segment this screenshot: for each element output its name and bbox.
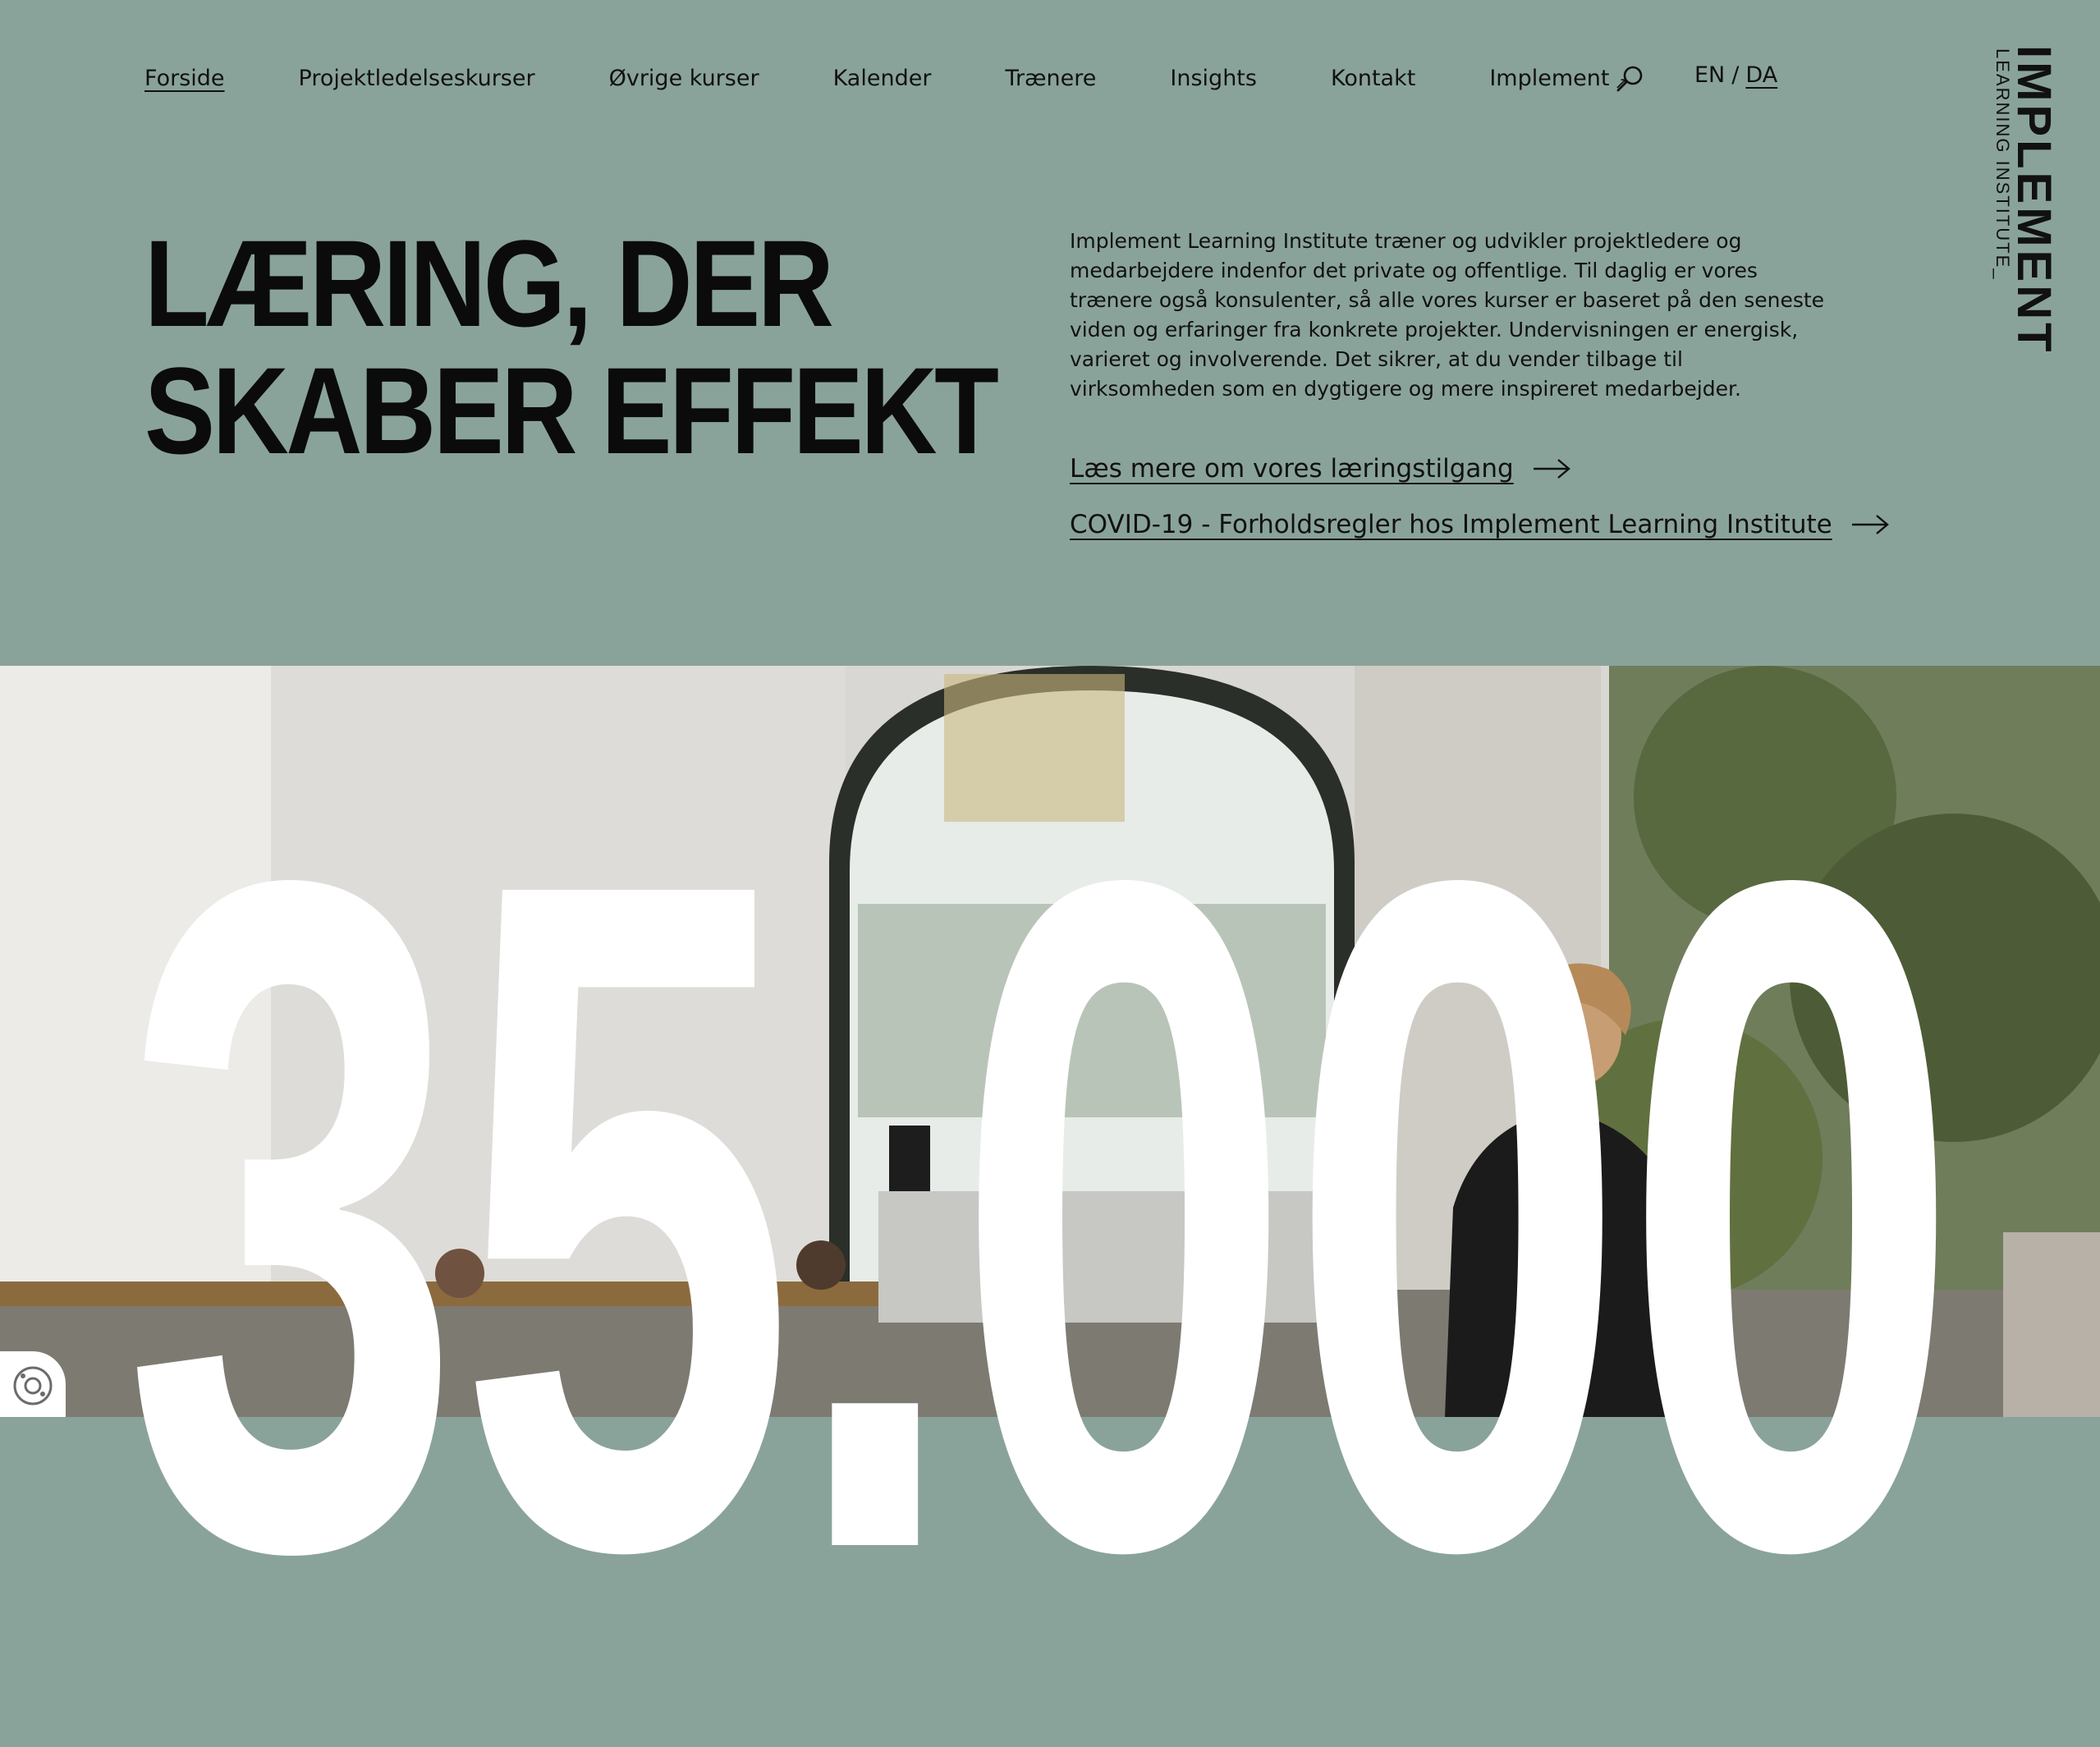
logo[interactable]: IMPLEMENT LEARNING INSTITUTE_ xyxy=(1987,45,2069,355)
page-title: LÆRING, DER SKABER EFFEKT xyxy=(144,214,999,479)
nav-item-traenere[interactable]: Trænere xyxy=(1005,66,1096,91)
stat-number: 35.000 xyxy=(123,683,1961,1747)
nav-item-ovrige-kurser[interactable]: Øvrige kurser xyxy=(609,66,759,91)
arrow-right-icon xyxy=(1851,515,1889,534)
lang-en[interactable]: EN xyxy=(1694,62,1725,88)
main-nav: Forside Projektledelseskurser Øvrige kur… xyxy=(144,61,1702,95)
nav-item-insights[interactable]: Insights xyxy=(1170,66,1257,91)
nav-item-projektledelseskurser[interactable]: Projektledelseskurser xyxy=(299,66,535,91)
nav-item-kalender[interactable]: Kalender xyxy=(833,66,932,91)
nav-item-implement-label: Implement xyxy=(1489,65,1610,91)
page-title-line1: LÆRING, DER xyxy=(144,214,834,352)
learning-approach-link-label: Læs mere om vores læringstilgang xyxy=(1070,454,1514,484)
language-switcher: EN / DA xyxy=(1694,62,1777,88)
search-icon[interactable] xyxy=(1616,64,1645,94)
page-title-line2: SKABER EFFEKT xyxy=(144,342,999,479)
logo-sub: LEARNING INSTITUTE_ xyxy=(1992,48,2013,281)
nav-item-forside[interactable]: Forside xyxy=(144,66,225,91)
nav-item-kontakt[interactable]: Kontakt xyxy=(1331,66,1415,91)
intro-text: Implement Learning Institute træner og u… xyxy=(1070,229,1825,401)
logo-main: IMPLEMENT xyxy=(2007,45,2061,355)
arrow-right-icon xyxy=(1533,459,1570,479)
learning-approach-link[interactable]: Læs mere om vores læringstilgang xyxy=(1070,454,1571,484)
cookie-icon xyxy=(13,1366,53,1405)
lang-da[interactable]: DA xyxy=(1745,62,1777,88)
covid-link[interactable]: COVID-19 - Forholdsregler hos Implement … xyxy=(1070,510,1890,539)
nav-item-implement[interactable]: Implement ↗ xyxy=(1489,65,1628,93)
covid-link-label: COVID-19 - Forholdsregler hos Implement … xyxy=(1070,510,1832,539)
lang-separator: / xyxy=(1731,62,1740,88)
cookie-settings-button[interactable] xyxy=(0,1351,66,1417)
